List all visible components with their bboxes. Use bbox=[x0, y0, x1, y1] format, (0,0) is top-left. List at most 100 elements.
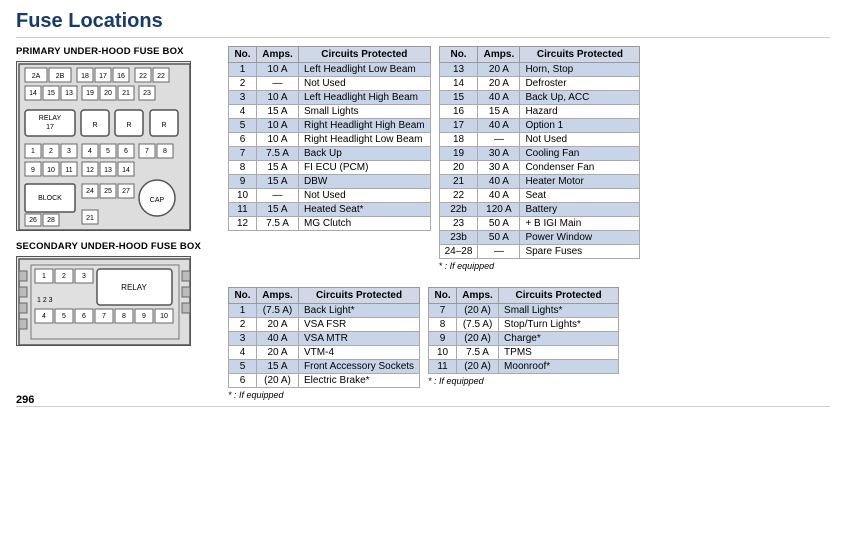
table2-header-no: No. bbox=[439, 47, 478, 63]
page-title: Fuse Locations bbox=[16, 10, 830, 38]
table3-header-no: No. bbox=[229, 288, 257, 304]
svg-text:2: 2 bbox=[62, 273, 66, 280]
svg-text:1: 1 bbox=[31, 148, 35, 155]
table-row: 9(20 A)Charge* bbox=[429, 332, 619, 346]
table-row: 220 AVSA FSR bbox=[229, 318, 420, 332]
svg-text:6: 6 bbox=[124, 148, 128, 155]
svg-text:4: 4 bbox=[88, 148, 92, 155]
svg-text:9: 9 bbox=[31, 167, 35, 174]
table-row: 420 AVTM-4 bbox=[229, 346, 420, 360]
table-row: 510 ARight Headlight High Beam bbox=[229, 119, 431, 133]
svg-text:3: 3 bbox=[67, 148, 71, 155]
table-row: 11(20 A)Moonroof* bbox=[429, 360, 619, 374]
svg-text:18: 18 bbox=[81, 73, 89, 80]
table-row: 24–28—Spare Fuses bbox=[439, 245, 640, 259]
svg-text:5: 5 bbox=[106, 148, 110, 155]
table4-container: No. Amps. Circuits Protected 7(20 A)Smal… bbox=[428, 287, 619, 400]
svg-text:27: 27 bbox=[122, 188, 130, 195]
svg-text:22: 22 bbox=[157, 73, 165, 80]
svg-text:22: 22 bbox=[139, 73, 147, 80]
table2-container: No. Amps. Circuits Protected 1320 AHorn,… bbox=[439, 46, 641, 271]
svg-text:24: 24 bbox=[86, 188, 94, 195]
table2-header-amps: Amps. bbox=[478, 47, 520, 63]
tables-column: No. Amps. Circuits Protected 110 ALeft H… bbox=[228, 46, 830, 400]
svg-text:10: 10 bbox=[160, 313, 168, 320]
table-row: 22b120 ABattery bbox=[439, 203, 640, 217]
table-row: 23b50 APower Window bbox=[439, 231, 640, 245]
table-row: 8(7.5 A)Stop/Turn Lights* bbox=[429, 318, 619, 332]
table-row: 127.5 AMG Clutch bbox=[229, 217, 431, 231]
table-row: 1320 AHorn, Stop bbox=[439, 63, 640, 77]
svg-text:7: 7 bbox=[102, 313, 106, 320]
svg-text:1: 1 bbox=[42, 273, 46, 280]
table1-header-amps: Amps. bbox=[257, 47, 299, 63]
table-row: 340 AVSA MTR bbox=[229, 332, 420, 346]
table-row: 815 AFI ECU (PCM) bbox=[229, 161, 431, 175]
table4: No. Amps. Circuits Protected 7(20 A)Smal… bbox=[428, 287, 619, 374]
table-row: 1740 AOption 1 bbox=[439, 119, 640, 133]
svg-text:20: 20 bbox=[104, 90, 112, 97]
svg-text:25: 25 bbox=[104, 188, 112, 195]
table-row: 415 ASmall Lights bbox=[229, 105, 431, 119]
bottom-tables-row: No. Amps. Circuits Protected 1(7.5 A)Bac… bbox=[228, 287, 830, 400]
svg-text:2B: 2B bbox=[56, 73, 65, 80]
svg-text:28: 28 bbox=[47, 217, 55, 224]
svg-text:R: R bbox=[126, 122, 131, 129]
table-row: 2030 ACondenser Fan bbox=[439, 161, 640, 175]
svg-text:3: 3 bbox=[82, 273, 86, 280]
table1-header-no: No. bbox=[229, 47, 257, 63]
svg-text:15: 15 bbox=[47, 90, 55, 97]
svg-text:7: 7 bbox=[145, 148, 149, 155]
table-row: 1(7.5 A)Back Light* bbox=[229, 304, 420, 318]
table-row: 110 ALeft Headlight Low Beam bbox=[229, 63, 431, 77]
svg-text:R: R bbox=[92, 122, 97, 129]
table3-header-amps: Amps. bbox=[257, 288, 299, 304]
table-row: 1930 ACooling Fan bbox=[439, 147, 640, 161]
table-row: 515 AFront Accessory Sockets bbox=[229, 360, 420, 374]
svg-text:11: 11 bbox=[65, 167, 72, 174]
svg-text:2A: 2A bbox=[32, 73, 41, 80]
svg-text:2: 2 bbox=[49, 148, 53, 155]
table-row: 18—Not Used bbox=[439, 133, 640, 147]
table1-container: No. Amps. Circuits Protected 110 ALeft H… bbox=[228, 46, 431, 271]
svg-text:1 2 3: 1 2 3 bbox=[37, 297, 53, 304]
table-row: 2240 ASeat bbox=[439, 189, 640, 203]
secondary-fuse-box-diagram: 1 2 3 4 5 6 7 8 9 10 RELAY bbox=[16, 256, 191, 346]
svg-text:BLOCK: BLOCK bbox=[38, 195, 62, 202]
table-row: 2140 AHeater Motor bbox=[439, 175, 640, 189]
table4-header-amps: Amps. bbox=[457, 288, 499, 304]
table-row: 10—Not Used bbox=[229, 189, 431, 203]
svg-text:CAP: CAP bbox=[150, 197, 165, 204]
svg-text:12: 12 bbox=[86, 167, 94, 174]
table-row: 107.5 ATPMS bbox=[429, 346, 619, 360]
table1-header-circ: Circuits Protected bbox=[299, 47, 431, 63]
table-row: 610 ARight Headlight Low Beam bbox=[229, 133, 431, 147]
table1: No. Amps. Circuits Protected 110 ALeft H… bbox=[228, 46, 431, 231]
svg-text:8: 8 bbox=[163, 148, 167, 155]
table-row: 2350 A+ B IGI Main bbox=[439, 217, 640, 231]
table-row: 2—Not Used bbox=[229, 77, 431, 91]
diagrams-column: PRIMARY UNDER-HOOD FUSE BOX 2A 2B 18 17 … bbox=[16, 46, 216, 400]
table-row: 915 ADBW bbox=[229, 175, 431, 189]
svg-text:5: 5 bbox=[62, 313, 66, 320]
svg-text:23: 23 bbox=[143, 90, 151, 97]
secondary-label: SECONDARY UNDER-HOOD FUSE BOX bbox=[16, 241, 216, 252]
primary-fuse-svg: 2A 2B 18 17 16 22 22 14 15 13 bbox=[17, 62, 192, 232]
table-row: 7(20 A)Small Lights* bbox=[429, 304, 619, 318]
svg-text:RELAY: RELAY bbox=[121, 283, 147, 292]
svg-text:R: R bbox=[161, 122, 166, 129]
table2-note: * : If equipped bbox=[439, 261, 641, 271]
svg-text:10: 10 bbox=[47, 167, 55, 174]
svg-text:14: 14 bbox=[29, 90, 37, 97]
svg-text:8: 8 bbox=[122, 313, 126, 320]
svg-text:16: 16 bbox=[117, 73, 125, 80]
svg-text:26: 26 bbox=[29, 217, 37, 224]
table-row: 310 ALeft Headlight High Beam bbox=[229, 91, 431, 105]
svg-text:19: 19 bbox=[86, 90, 94, 97]
table4-header-circ: Circuits Protected bbox=[499, 288, 619, 304]
svg-text:13: 13 bbox=[104, 167, 112, 174]
svg-text:17: 17 bbox=[46, 124, 54, 131]
table-row: 77.5 ABack Up bbox=[229, 147, 431, 161]
table-row: 1615 AHazard bbox=[439, 105, 640, 119]
svg-text:4: 4 bbox=[42, 313, 46, 320]
